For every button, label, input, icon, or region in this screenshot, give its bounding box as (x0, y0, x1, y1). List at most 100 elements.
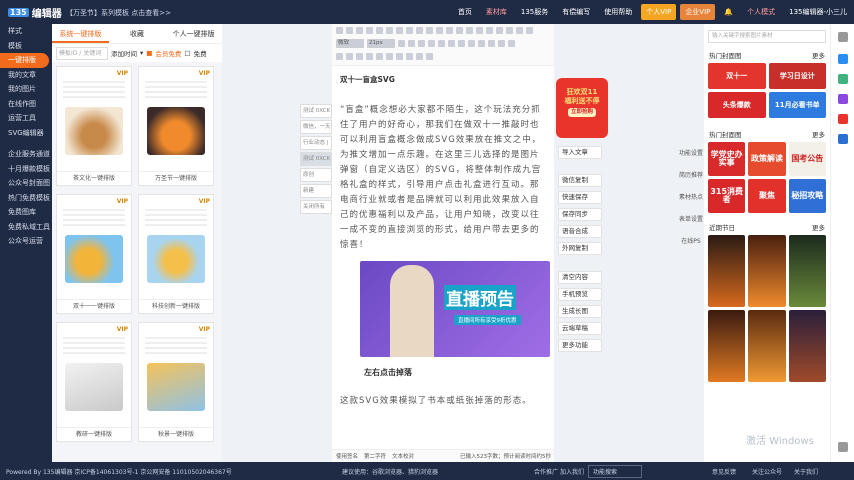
background-color-icon[interactable] (426, 27, 433, 34)
wechat-copy-button[interactable]: 微信复制 (558, 174, 602, 187)
save-sync-button[interactable]: 保存同步 (558, 208, 602, 221)
bold-icon[interactable] (376, 27, 383, 34)
italic-icon[interactable] (386, 27, 393, 34)
promo-link[interactable]: 【万圣节】系列模板 点击查看>> (66, 8, 171, 18)
more-link[interactable]: 更多 (812, 223, 825, 233)
html-icon[interactable] (336, 53, 343, 60)
cover-thumb[interactable]: 11月必看书单 (768, 92, 826, 118)
subscript-icon[interactable] (438, 40, 445, 47)
partner-link[interactable]: 合作推广 (534, 467, 558, 476)
clear-format-icon[interactable] (366, 27, 373, 34)
side-tab-hot-topics[interactable]: 素材热点 (679, 194, 703, 202)
justify-icon[interactable] (466, 27, 473, 34)
holiday-thumb[interactable] (788, 235, 826, 307)
sidebar-item-free-templates[interactable]: 热门免费模板 (0, 191, 52, 206)
sidebar-item-one-click[interactable]: 一键排版 (0, 53, 49, 68)
size-select[interactable]: 21px (367, 39, 395, 48)
nav-home[interactable]: 首页 (458, 7, 472, 17)
video-icon[interactable] (366, 53, 373, 60)
sidebar-item-free-images[interactable]: 免费图库 (0, 205, 52, 220)
sidebar-item-ops-tools[interactable]: 运营工具 (0, 111, 52, 126)
shadow-icon[interactable] (458, 40, 465, 47)
cover-thumb[interactable]: 政策解读 (748, 142, 786, 176)
side-tab-form-settings[interactable]: 表单设置 (679, 216, 703, 224)
border-icon[interactable] (448, 40, 455, 47)
app-icon[interactable] (838, 114, 848, 124)
join-us-link[interactable]: 加入我们 (560, 467, 584, 476)
holiday-thumb[interactable] (708, 310, 746, 382)
paragraph-spacing-icon[interactable] (418, 40, 425, 47)
function-search-input[interactable]: 功能搜索 (588, 465, 642, 478)
about-link[interactable]: 关于我们 (794, 467, 818, 476)
sidebar-item-operations[interactable]: 公众号运营 (0, 234, 52, 249)
rotate-icon[interactable] (468, 40, 475, 47)
close-icon[interactable] (838, 32, 848, 42)
long-image-button[interactable]: 生成长图 (558, 305, 602, 318)
filter-free-checkbox[interactable]: □ (184, 49, 190, 57)
nav-materials[interactable]: 素材库 (486, 7, 507, 17)
side-tab-online-ps[interactable]: 在线PS (679, 238, 703, 246)
nav-paid-writing[interactable]: 有偿编写 (562, 7, 590, 17)
proofread-button[interactable]: 文本校对 (392, 452, 414, 460)
cover-thumb[interactable]: 双十一 (708, 63, 766, 89)
double-eleven-promo[interactable]: 狂欢双11 福利送不停 立即抢购 (556, 78, 608, 138)
nav-help[interactable]: 使用帮助 (604, 7, 632, 17)
table-icon[interactable] (516, 27, 523, 34)
speech-synthesis-button[interactable]: 语音合成 (558, 225, 602, 238)
fullscreen-icon[interactable] (426, 53, 433, 60)
sidebar-item-private-tools[interactable]: 免费私域工具 (0, 220, 52, 235)
second-char-button[interactable]: 第二字符 (364, 452, 386, 460)
template-card[interactable]: VIP 科技创新一键排版 (138, 194, 214, 314)
formula-icon[interactable] (416, 53, 423, 60)
quote-icon[interactable] (346, 53, 353, 60)
app-icon[interactable] (838, 134, 848, 144)
tab-system[interactable]: 系统一键排版 (52, 24, 109, 43)
template-card[interactable]: VIP 教研一键排版 (56, 322, 132, 442)
editor-content[interactable]: 双十一盲盒SVG “盲盒”概念想必大家都不陌生，这个玩法充分抓住了用户的好奇心，… (332, 66, 554, 449)
audio-icon[interactable] (376, 53, 383, 60)
font-select[interactable]: 微软 (336, 39, 364, 48)
align-right-icon[interactable] (456, 27, 463, 34)
cover-thumb[interactable]: 315消费者 (708, 179, 746, 213)
sidebar-item-styles[interactable]: 样式 (0, 24, 52, 39)
bell-icon[interactable]: 🔔 (724, 8, 733, 16)
sort-select[interactable]: 添加时间 (111, 48, 137, 58)
tab-personal[interactable]: 个人一键排版 (165, 24, 222, 43)
side-tab-function-settings[interactable]: 功能设置 (679, 150, 703, 158)
holiday-thumb[interactable] (748, 235, 786, 307)
template-card[interactable]: VIP 双十一一键排版 (56, 194, 132, 314)
sidebar-item-svg-editor[interactable]: SVG编辑器 (0, 126, 52, 141)
letter-spacing-icon[interactable] (408, 40, 415, 47)
app-icon[interactable] (838, 74, 848, 84)
map-icon[interactable] (386, 53, 393, 60)
article-item[interactable]: 测试 0XCK (300, 152, 332, 166)
external-copy-button[interactable]: 外网复制 (558, 242, 602, 255)
holiday-thumb[interactable] (788, 310, 826, 382)
underline-icon[interactable] (396, 27, 403, 34)
list-icon[interactable] (476, 27, 483, 34)
tab-favorites[interactable]: 收藏 (109, 24, 166, 43)
sidebar-item-covers[interactable]: 公众号封面图 (0, 176, 52, 191)
lock-icon[interactable] (498, 40, 505, 47)
line-height-icon[interactable] (398, 40, 405, 47)
material-search-input[interactable]: 输入关键字搜索图片素材 (708, 30, 826, 43)
template-card[interactable]: VIP 万圣节一键排版 (138, 66, 214, 186)
search-icon[interactable] (508, 40, 515, 47)
article-item[interactable]: 行业动态 | (300, 136, 332, 150)
divider-icon[interactable] (406, 53, 413, 60)
width-icon[interactable] (488, 40, 495, 47)
article-item[interactable]: 原创 (300, 168, 332, 182)
nav-services[interactable]: 135服务 (521, 7, 548, 17)
more-link[interactable]: 更多 (812, 130, 825, 140)
filter-vip-checkbox[interactable]: ■ (146, 49, 152, 57)
cover-thumb[interactable]: 秘招攻略 (788, 179, 826, 213)
qr-icon[interactable] (396, 53, 403, 60)
vip-personal-button[interactable]: 个人VIP (641, 4, 677, 20)
app-icon[interactable] (838, 54, 848, 64)
font-color-icon[interactable] (416, 27, 423, 34)
cloud-draft-button[interactable]: 云端草稿 (558, 322, 602, 335)
align-left-icon[interactable] (436, 27, 443, 34)
promo-buy-button[interactable]: 立即抢购 (567, 108, 596, 117)
import-article-button[interactable]: 导入文章 (558, 146, 602, 159)
transparency-icon[interactable] (478, 40, 485, 47)
